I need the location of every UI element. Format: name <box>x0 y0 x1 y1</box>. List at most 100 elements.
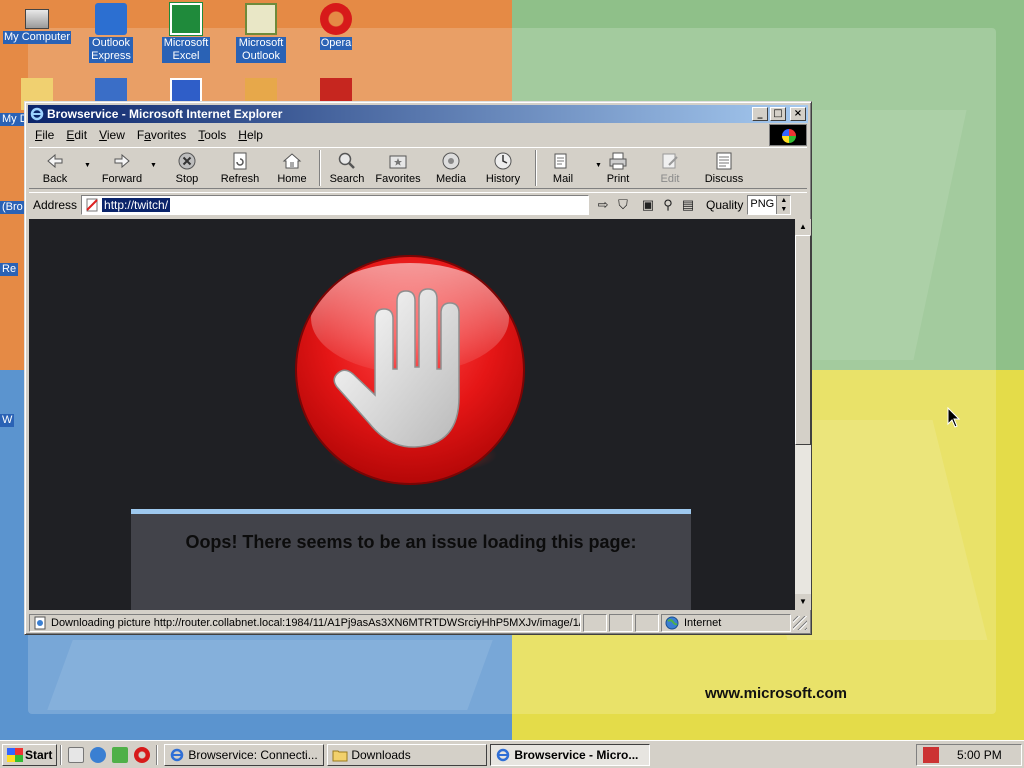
desktop-icon-my-computer[interactable]: My Computer <box>1 3 73 44</box>
go-arrow-icon[interactable]: ⇨ <box>594 196 612 214</box>
toolbar-separator <box>535 150 537 186</box>
address-input[interactable]: http://twitch/ <box>81 194 590 215</box>
window-title: Browservice - Microsoft Internet Explore… <box>47 107 283 121</box>
desktop-icon-label[interactable]: Re <box>0 263 19 276</box>
history-icon <box>494 152 512 170</box>
scroll-up-arrow-icon[interactable]: ▲ <box>795 219 811 235</box>
desktop-icon-outlook-express[interactable]: Outlook Express <box>75 3 147 63</box>
toolbar-label: Forward <box>101 173 143 185</box>
menu-help[interactable]: Help <box>232 128 269 142</box>
history-button[interactable]: History <box>475 148 531 188</box>
page-icon[interactable]: ▣ <box>639 196 657 214</box>
ie-logo-icon <box>30 107 44 121</box>
menu-file[interactable]: File <box>29 128 60 142</box>
start-label: Start <box>25 747 53 762</box>
menu-favorites[interactable]: Favorites <box>131 128 192 142</box>
vertical-scrollbar[interactable]: ▲ ▼ <box>795 219 811 610</box>
toolbar-label: Refresh <box>220 173 260 185</box>
taskbar-button-browservice-connection[interactable]: Browservice: Connecti... <box>164 743 325 766</box>
refresh-icon <box>233 152 247 170</box>
address-bar: Address http://twitch/ ⇨ ⛉ ▣ ⚲ ▤ Quality… <box>29 192 807 216</box>
favorites-icon <box>389 155 407 169</box>
stop-icon <box>178 152 196 170</box>
forward-button[interactable]: Forward <box>89 148 155 188</box>
maximize-button[interactable]: □ <box>770 107 786 121</box>
page-loading-icon <box>34 616 46 630</box>
toolbar-label: Discuss <box>704 173 744 185</box>
clipboard-icon[interactable]: ▤ <box>679 196 697 214</box>
scroll-thumb[interactable] <box>795 235 811 445</box>
address-tools: ⇨ ⛉ ▣ ⚲ ▤ <box>593 196 698 214</box>
clock[interactable]: 5:00 PM <box>957 748 1002 762</box>
ie-icon <box>497 748 510 761</box>
zone-label: Internet <box>684 617 722 629</box>
binoculars-icon[interactable]: ⚲ <box>659 196 677 214</box>
mouse-cursor-icon <box>947 407 961 428</box>
tray-calendar-icon[interactable] <box>923 747 939 763</box>
page-content[interactable]: Oops! There seems to be an issue loading… <box>29 219 795 610</box>
search-button[interactable]: Search <box>325 148 369 188</box>
favorites-button[interactable]: Favorites <box>369 148 427 188</box>
wallpaper-brand-text: www.microsoft.com <box>705 685 847 702</box>
back-button[interactable]: Back <box>29 148 81 188</box>
taskbar-button-browservice-ie[interactable]: Browservice - Micro... <box>490 743 651 766</box>
print-button[interactable]: Print <box>593 148 643 188</box>
discuss-button[interactable]: Discuss <box>697 148 751 188</box>
desktop-icon-label: Microsoft Excel <box>162 37 210 63</box>
mail-icon <box>554 153 567 169</box>
bookmark-icon[interactable]: ⛉ <box>614 196 632 214</box>
desktop-icon-outlook[interactable]: Microsoft Outlook <box>225 3 297 63</box>
home-icon <box>282 153 302 169</box>
start-button[interactable]: Start <box>2 743 58 766</box>
address-label: Address <box>33 197 78 212</box>
edit-icon <box>662 153 678 169</box>
desktop-icon-label[interactable]: W <box>0 414 15 427</box>
close-button[interactable]: × <box>790 107 806 121</box>
refresh-button[interactable]: Refresh <box>211 148 269 188</box>
resize-grip[interactable] <box>793 616 807 630</box>
outlook-icon <box>245 3 277 35</box>
chevron-down-icon[interactable]: ▼ <box>150 162 157 169</box>
menu-tools[interactable]: Tools <box>192 128 232 142</box>
mail-button[interactable]: Mail <box>541 148 585 188</box>
home-button[interactable]: Home <box>269 148 315 188</box>
toolbar-label: Print <box>606 173 630 185</box>
taskbar-separator <box>156 744 159 765</box>
task-label: Downloads <box>351 747 411 762</box>
wallpaper-pane <box>47 640 493 710</box>
spin-icon[interactable]: ▲ ▼ <box>776 195 791 214</box>
toolbar-label: Media <box>436 173 466 185</box>
windows-flag-icon <box>7 747 23 762</box>
desktop-icon-label[interactable]: (Bro <box>0 201 25 214</box>
menu-edit[interactable]: Edit <box>60 128 93 142</box>
desktop-icon-excel[interactable]: Microsoft Excel <box>150 3 222 63</box>
quality-select[interactable]: PNG ▲ ▼ <box>747 194 792 215</box>
title-bar[interactable]: Browservice - Microsoft Internet Explore… <box>28 105 808 123</box>
desktop-icon-opera[interactable]: Opera <box>300 3 372 50</box>
show-desktop-icon[interactable] <box>68 746 85 763</box>
print-icon <box>609 152 627 170</box>
stop-button[interactable]: Stop <box>163 148 211 188</box>
toolbar-label: Search <box>329 173 365 185</box>
menu-view[interactable]: View <box>93 128 131 142</box>
toolbar-label: Mail <box>552 173 574 185</box>
address-url: http://twitch/ <box>102 197 171 212</box>
hand-icon <box>333 288 460 448</box>
outlook-express-quicklaunch-icon[interactable] <box>112 746 129 763</box>
quality-value: PNG <box>750 197 775 210</box>
ie-quicklaunch-icon[interactable] <box>90 746 107 763</box>
toolbar-label: History <box>485 173 521 185</box>
ie-icon <box>171 748 184 761</box>
scroll-down-arrow-icon[interactable]: ▼ <box>795 594 811 610</box>
edit-button[interactable]: Edit <box>643 148 697 188</box>
toolbar-separator <box>319 150 321 186</box>
my-computer-icon <box>25 9 49 29</box>
windows-logo-icon <box>782 129 796 143</box>
minimize-button[interactable]: _ <box>752 107 768 121</box>
toolbar-label: Favorites <box>375 173 421 185</box>
broken-page-icon <box>86 198 98 211</box>
taskbar-button-downloads[interactable]: Downloads <box>327 743 488 766</box>
stop-hand-icon <box>297 257 523 483</box>
media-button[interactable]: Media <box>427 148 475 188</box>
opera-quicklaunch-icon[interactable] <box>134 746 151 763</box>
